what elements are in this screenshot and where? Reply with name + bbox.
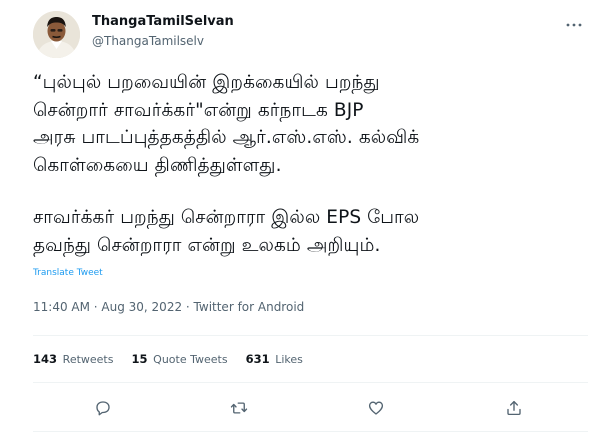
likes-stat[interactable]: 631 Likes: [246, 352, 303, 366]
divider: [33, 335, 588, 336]
like-icon: [368, 401, 384, 415]
reply-button[interactable]: [92, 397, 114, 419]
divider: [33, 382, 588, 383]
divider: [33, 431, 588, 432]
tweet-line: சென்றார் சாவர்க்கர்"என்று கர்நாடக BJP: [33, 99, 364, 121]
tweet-text: “புல்புல் பறவையின் இறக்கையில் பறந்து சென…: [33, 69, 593, 259]
likes-count: 631: [245, 352, 270, 366]
reply-icon: [96, 401, 110, 416]
translate-tweet-link[interactable]: Translate Tweet: [33, 268, 103, 278]
author-block: ThangaTamilSelvan @ThangaTamilselv: [92, 14, 234, 49]
retweets-count: 143: [33, 352, 58, 366]
share-button[interactable]: [503, 397, 525, 419]
quotes-label: Quote Tweets: [153, 353, 228, 366]
profile-photo: [33, 11, 80, 58]
likes-label: Likes: [275, 353, 303, 366]
tweet-card: ThangaTamilSelvan @ThangaTamilselv “புல்…: [0, 0, 600, 443]
tweet-stats: 143 Retweets 15 Quote Tweets 631 Likes: [33, 352, 303, 366]
display-name[interactable]: ThangaTamilSelvan: [92, 14, 234, 30]
quote-tweets-stat[interactable]: 15 Quote Tweets: [131, 352, 227, 366]
retweets-stat[interactable]: 143 Retweets: [33, 352, 113, 366]
share-icon: [507, 400, 521, 416]
avatar[interactable]: [33, 11, 80, 58]
tweet-line: சாவர்க்கர் பறந்து சென்றாரா இல்ல EPS போல: [33, 207, 420, 228]
tweet-line: கொள்கையை திணித்துள்ளது.: [33, 154, 282, 176]
more-icon: [566, 23, 582, 27]
more-button[interactable]: [563, 18, 585, 32]
retweet-button[interactable]: [228, 397, 250, 419]
tweet-line: தவந்து சென்றாரா என்று உலகம் அறியும்.: [33, 234, 381, 256]
tweet-line: அரசு பாடப்புத்தகத்தில் ஆர்.எஸ்.எஸ். கல்வ…: [33, 127, 420, 148]
like-button[interactable]: [365, 397, 387, 419]
tweet-line: “புல்புல் பறவையின் இறக்கையில் பறந்து: [33, 72, 380, 93]
tweet-timestamp[interactable]: 11:40 AM · Aug 30, 2022 · Twitter for An…: [33, 300, 304, 314]
quotes-count: 15: [131, 352, 148, 366]
retweet-icon: [230, 402, 248, 414]
user-handle[interactable]: @ThangaTamilselv: [92, 33, 234, 49]
retweets-label: Retweets: [62, 353, 114, 366]
